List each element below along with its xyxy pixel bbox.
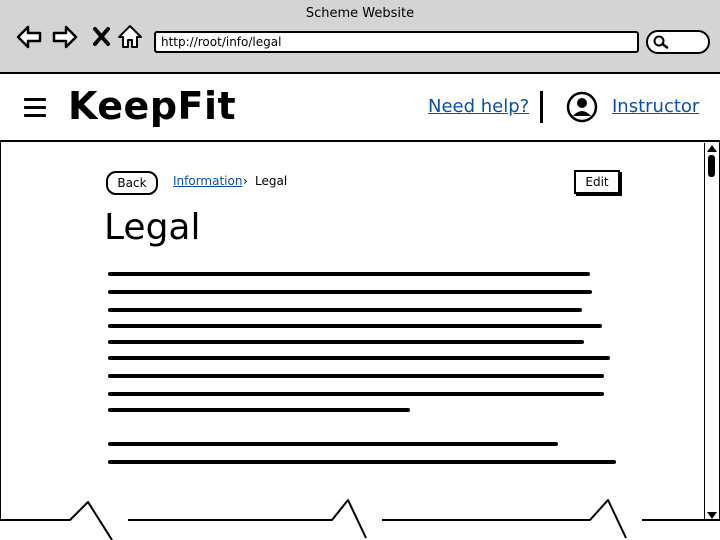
scribble-line (108, 392, 604, 396)
scribble-line (108, 340, 584, 344)
breadcrumb-separator: › (243, 174, 248, 188)
scribble-line (108, 272, 590, 276)
home-icon[interactable] (117, 24, 143, 50)
help-link[interactable]: Need help? (428, 96, 529, 117)
search-icon (653, 35, 669, 49)
back-button[interactable]: Back (106, 171, 158, 195)
user-link[interactable]: Instructor (612, 96, 699, 117)
scribble-line (108, 374, 604, 378)
scribble-line (108, 460, 616, 464)
scribble-line (108, 308, 582, 312)
search-field[interactable] (646, 30, 710, 54)
back-arrow-icon[interactable] (16, 24, 42, 50)
close-icon[interactable] (90, 24, 116, 50)
window-title: Scheme Website (305, 6, 415, 21)
breadcrumb-current: Legal (255, 174, 288, 188)
torn-page-edge (0, 499, 720, 540)
brand-logo[interactable]: KeepFit (68, 84, 236, 128)
menu-icon[interactable] (24, 98, 46, 117)
page-title: Legal (104, 207, 201, 248)
scribble-line (108, 442, 558, 446)
header-divider (540, 91, 543, 123)
forward-arrow-icon[interactable] (52, 24, 78, 50)
scribble-line (108, 324, 602, 328)
scroll-thumb[interactable] (708, 155, 715, 177)
scroll-up-icon[interactable] (707, 145, 717, 152)
breadcrumb-information-link[interactable]: Information (173, 174, 242, 188)
scribble-line (108, 408, 410, 412)
browser-titlebar: Scheme Website http://root/info/legal (0, 0, 720, 74)
scribble-line (108, 356, 610, 360)
edit-button[interactable]: Edit (574, 170, 620, 194)
scribble-line (108, 290, 592, 294)
vertical-scrollbar[interactable] (704, 143, 719, 521)
app-header: KeepFit Need help? Instructor (0, 74, 720, 142)
address-bar[interactable]: http://root/info/legal (154, 31, 639, 53)
user-avatar-icon[interactable] (566, 91, 598, 123)
